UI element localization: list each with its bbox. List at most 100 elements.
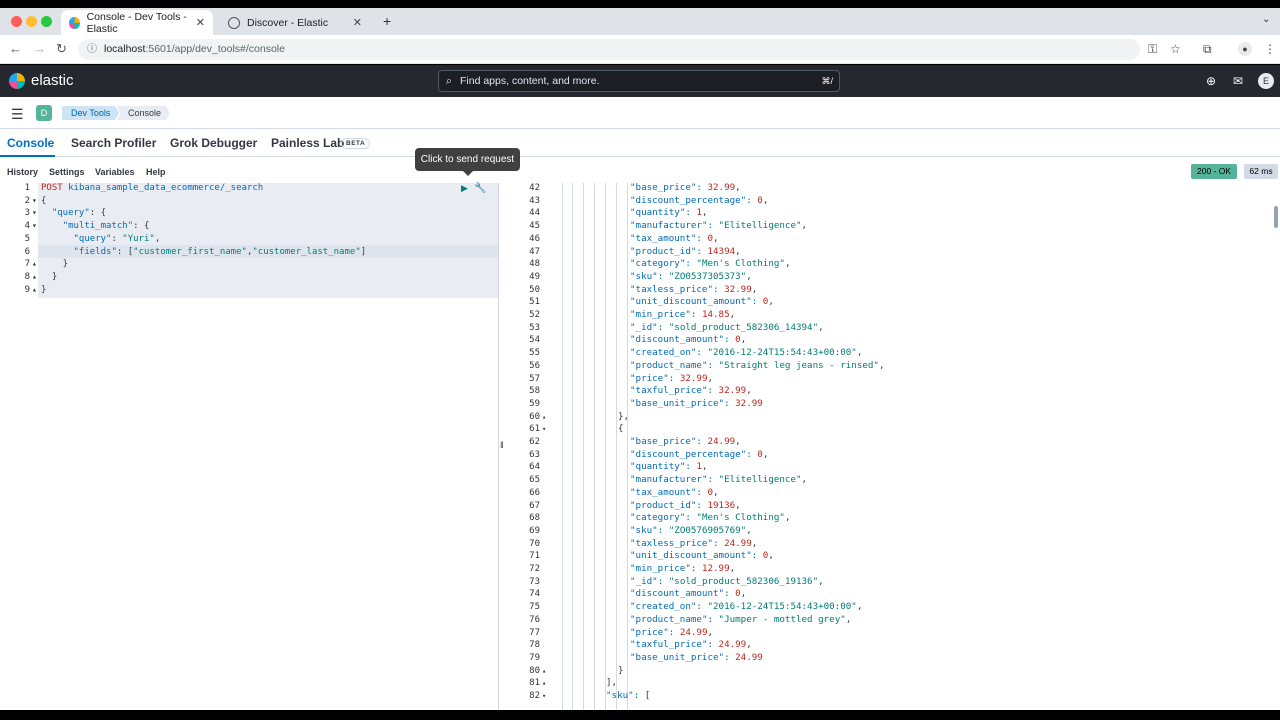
fold-toggle-icon[interactable]: ▴ — [32, 272, 37, 281]
search-placeholder: Find apps, content, and more. — [460, 75, 600, 87]
new-tab-button[interactable]: + — [383, 13, 391, 29]
tab-grok-debugger[interactable]: Grok Debugger — [170, 136, 257, 150]
menu-settings[interactable]: Settings — [49, 167, 85, 177]
json-key: sku — [635, 524, 653, 536]
browser-tab-label: Console - Dev Tools - Elastic — [86, 10, 187, 35]
tab-console[interactable]: Console — [7, 136, 54, 150]
send-request-play-icon[interactable]: ▶ — [461, 183, 468, 194]
json-value: 24.99 — [735, 651, 763, 663]
menu-help[interactable]: Help — [146, 167, 166, 177]
browser-tab-console[interactable]: Console - Dev Tools - Elastic ✕ — [61, 10, 213, 35]
news-feed-icon[interactable]: ✉ — [1233, 74, 1243, 88]
tab-painless-lab[interactable]: Painless Lab — [271, 136, 344, 150]
json-punctuation: , — [735, 499, 741, 511]
help-icon[interactable]: ⊕ — [1206, 74, 1216, 88]
extensions-icon[interactable]: ⧉ — [1203, 42, 1212, 57]
elastic-logo[interactable]: elastic — [9, 72, 74, 89]
json-punctuation: , — [746, 639, 752, 651]
json-key: taxful_price — [635, 639, 702, 651]
tab-search-profiler[interactable]: Search Profiler — [71, 136, 156, 150]
response-line: 79 "base_unit_price": 24.99 — [510, 652, 1280, 665]
response-text: "price": 32.99, — [630, 372, 714, 384]
maximize-window-icon[interactable] — [41, 16, 52, 27]
json-key: sku — [635, 270, 653, 282]
fold-toggle-icon[interactable]: ▾ — [542, 690, 546, 703]
json-value: "Jumper - mottled grey" — [718, 613, 846, 625]
fold-toggle-icon[interactable]: ▴ — [32, 285, 37, 294]
user-avatar[interactable]: E — [1258, 73, 1274, 89]
response-text: "min_price": 12.99, — [630, 563, 736, 574]
response-text: "discount_percentage": 0, — [630, 448, 769, 460]
response-line: 70 "taxless_price": 24.99, — [510, 538, 1280, 551]
json-value: "ZO0576905769" — [668, 524, 747, 536]
resize-grip-icon[interactable]: ‖ — [500, 440, 504, 450]
response-text: "product_name": "Jumper - mottled grey", — [630, 613, 852, 625]
line-number: 71 — [529, 551, 540, 562]
space-avatar[interactable]: D — [36, 105, 52, 121]
json-punctuation: , — [845, 613, 852, 625]
url-bar[interactable]: ⓘ localhost:5601/app/dev_tools#/console — [78, 39, 1140, 60]
response-text: "product_name": "Straight leg jeans - ri… — [630, 359, 885, 371]
json-punctuation: , — [762, 194, 769, 206]
menu-variables[interactable]: Variables — [95, 167, 135, 177]
wrench-icon[interactable]: 🔧 — [474, 183, 486, 194]
response-line: 73 "_id": "sold_product_582306_19136", — [510, 576, 1280, 589]
fold-toggle-icon[interactable]: ▴ — [32, 259, 37, 268]
browser-tab-discover[interactable]: Discover - Elastic ✕ — [220, 10, 370, 35]
response-output[interactable]: 42 "base_price": 32.99, 43 "discount_percen… — [510, 183, 1280, 710]
request-path: kibana_sample_data_ecommerce/_search — [68, 183, 264, 193]
menu-hamburger-icon[interactable]: ☰ — [11, 106, 24, 123]
line-number: 49 — [529, 271, 540, 282]
response-text: "unit_discount_amount": 0, — [630, 550, 774, 562]
menu-history[interactable]: History — [7, 167, 38, 177]
fold-toggle-icon[interactable]: ▾ — [32, 208, 37, 217]
back-arrow-icon[interactable]: ← — [9, 41, 22, 56]
response-line: 53 "_id": "sold_product_582306_14394", — [510, 322, 1280, 335]
close-window-icon[interactable] — [11, 16, 22, 27]
breadcrumb-dev-tools[interactable]: Dev Tools — [62, 106, 120, 120]
close-tab-icon[interactable]: ✕ — [353, 16, 362, 29]
bookmark-star-icon[interactable]: ☆ — [1170, 42, 1181, 56]
close-tab-icon[interactable]: ✕ — [196, 16, 205, 29]
global-search-input[interactable]: ⌕ Find apps, content, and more. ⌘/ — [438, 70, 840, 92]
json-value: 32.99 — [679, 372, 708, 384]
fold-toggle-icon[interactable]: ▴ — [542, 411, 546, 424]
json-punctuation: , — [768, 550, 774, 562]
json-key: taxless_price — [635, 283, 708, 295]
json-value: 24.99 — [707, 436, 736, 447]
response-line: 65 "manufacturer": "Elitelligence", — [510, 474, 1280, 487]
response-line: 62 "base_price": 24.99, — [510, 436, 1280, 449]
site-info-icon[interactable]: ⓘ — [87, 39, 97, 60]
kibana-header: elastic ⌕ Find apps, content, and more. … — [0, 65, 1280, 97]
fold-toggle-icon[interactable]: ▾ — [32, 196, 37, 205]
scrollbar-thumb[interactable] — [1274, 206, 1278, 228]
fold-toggle-icon[interactable]: ▾ — [542, 423, 546, 436]
json-value: "Men's Clothing" — [696, 258, 785, 270]
json-key: category — [635, 512, 680, 524]
reload-icon[interactable]: ↻ — [56, 41, 67, 57]
line-number: 52 — [529, 310, 540, 320]
password-key-icon[interactable]: ⚿ — [1148, 42, 1157, 57]
json-punctuation: , — [762, 448, 769, 460]
forward-arrow-icon[interactable]: → — [33, 41, 46, 56]
response-text: "created_on": "2016-12-24T15:54:43+00:00… — [630, 347, 863, 359]
json-punctuation: , — [701, 461, 708, 473]
json-punctuation: , — [751, 537, 758, 549]
request-editor[interactable]: 1 2 ▾ 3 ▾ 4 ▾ 5 6 7 ▴ 8 ▴ 9 ▴ POST kibana_sample_data_… — [0, 183, 498, 710]
json-key: _id — [635, 575, 653, 587]
browser-menu-icon[interactable]: ⋮ — [1264, 42, 1276, 56]
line-number: 48 — [529, 259, 540, 270]
json-value: { — [618, 423, 624, 435]
minimize-window-icon[interactable] — [26, 16, 37, 27]
profile-icon[interactable]: ● — [1238, 42, 1252, 56]
json-key: taxful_price — [635, 385, 702, 397]
tab-list-chevron-icon[interactable]: ⌄ — [1262, 14, 1270, 25]
fold-toggle-icon[interactable]: ▾ — [32, 221, 37, 230]
line-number: 47 — [529, 246, 540, 257]
search-icon: ⌕ — [446, 75, 452, 87]
request-line: } — [41, 284, 47, 295]
json-value: "Men's Clothing" — [696, 512, 785, 524]
json-value: }, — [618, 410, 630, 422]
fold-toggle-icon[interactable]: ▴ — [542, 665, 546, 678]
fold-toggle-icon[interactable]: ▴ — [542, 677, 546, 690]
